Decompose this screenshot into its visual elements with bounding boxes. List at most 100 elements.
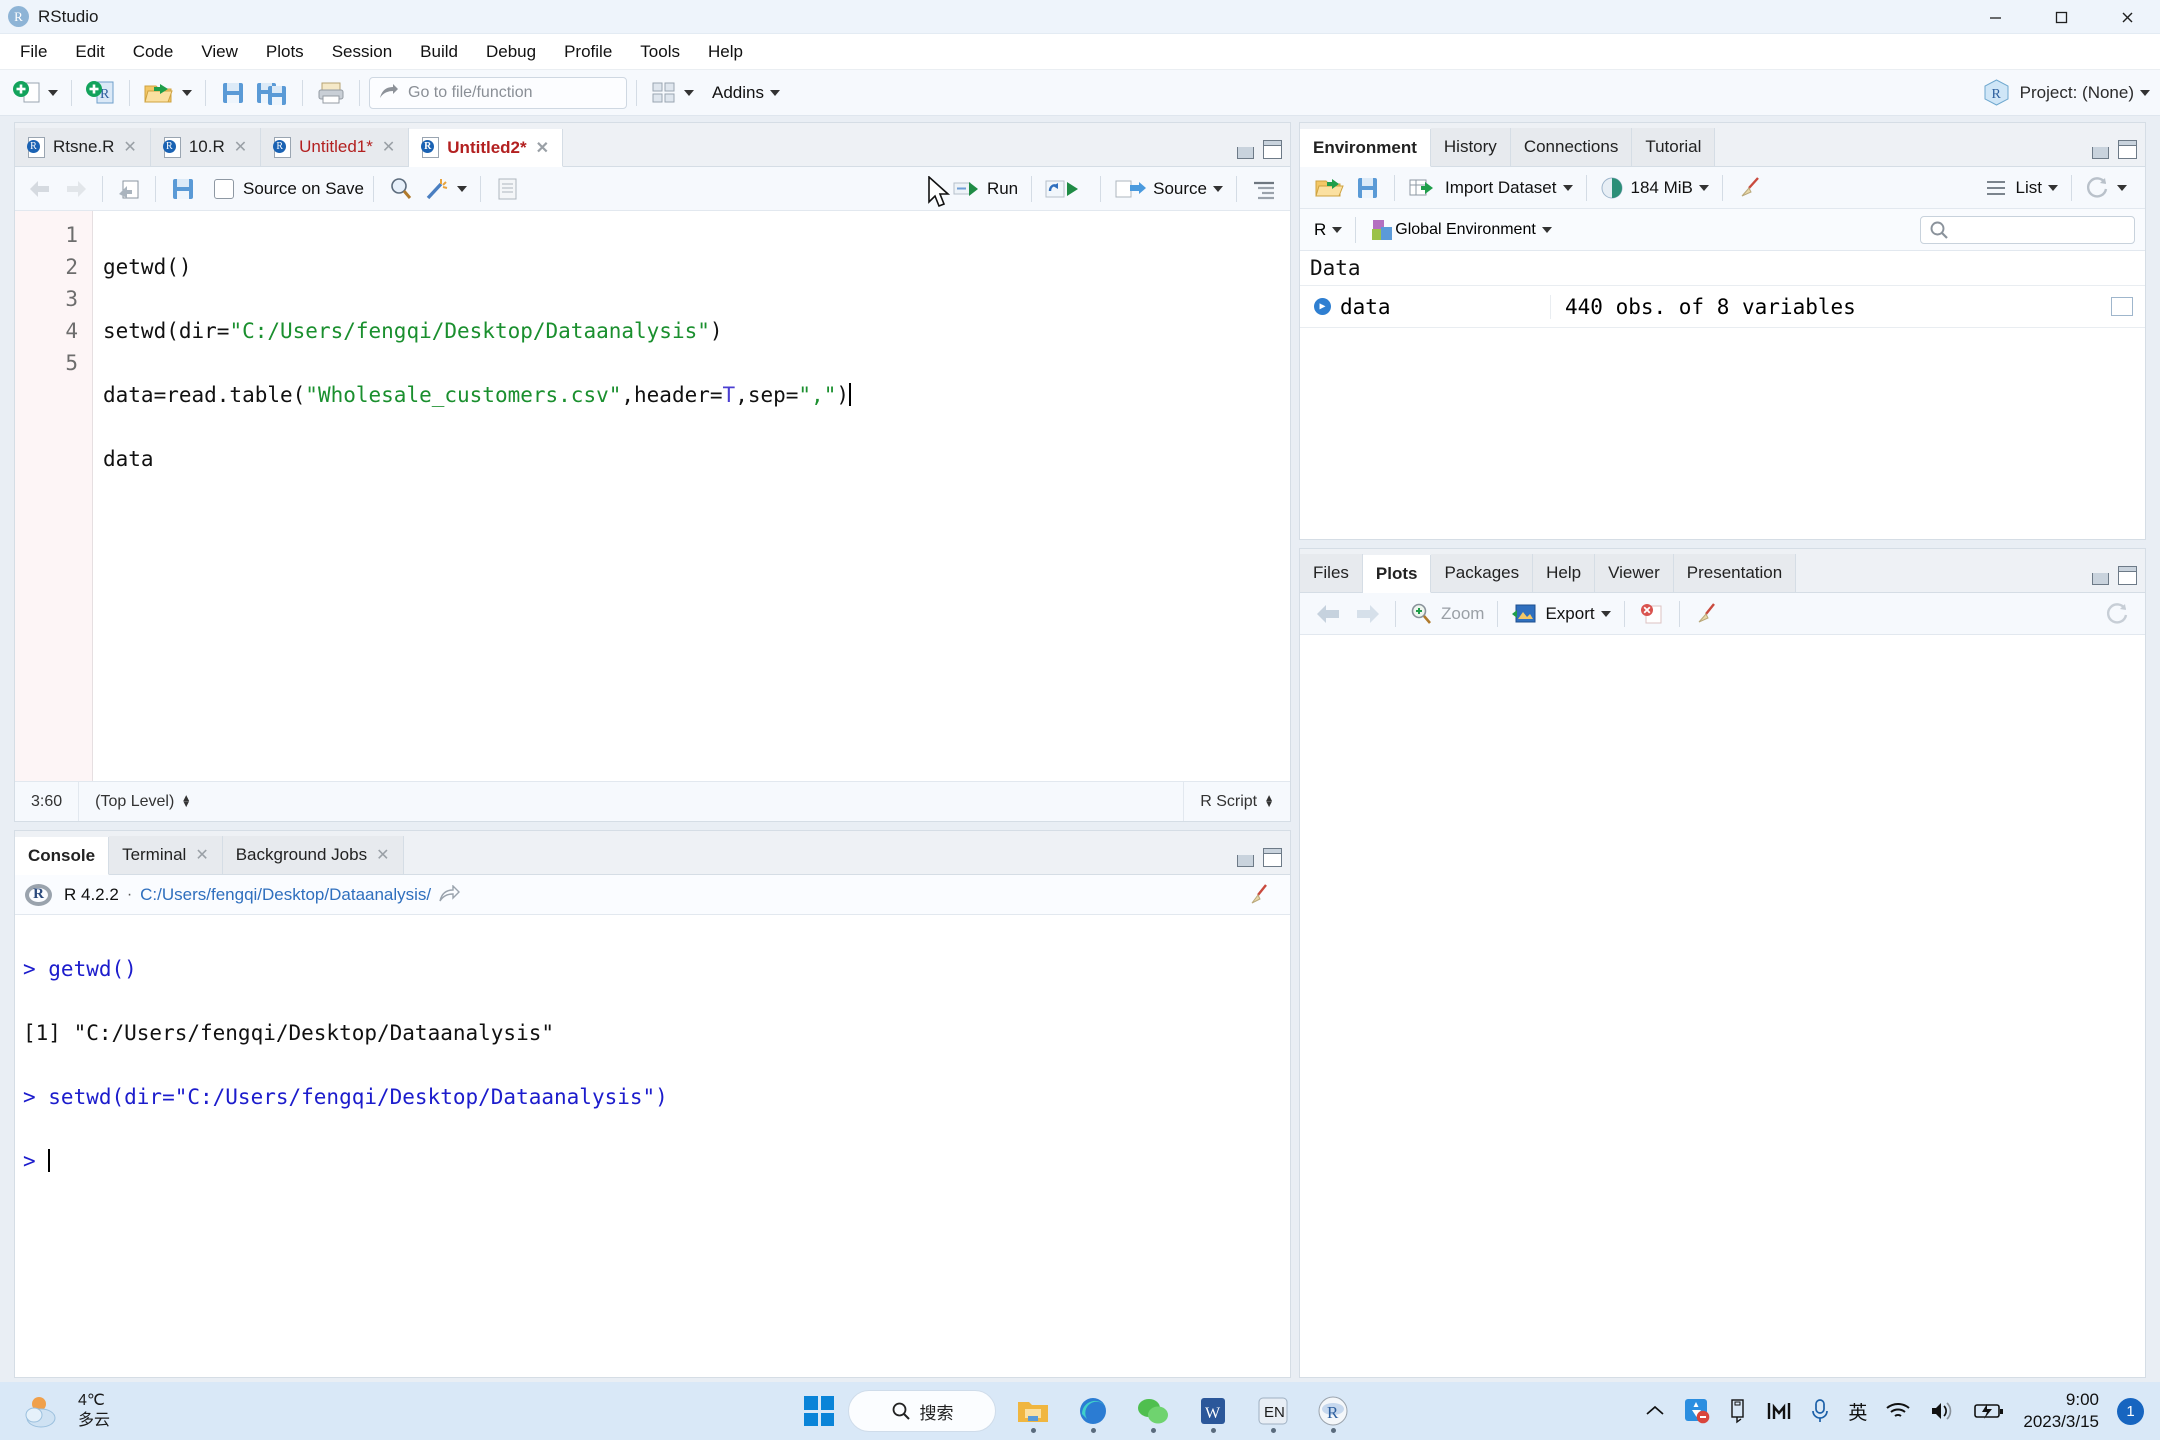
source-button[interactable]: Source	[1110, 172, 1227, 206]
plot-previous-button[interactable]	[1310, 597, 1348, 631]
maximize-pane-icon[interactable]	[1263, 140, 1282, 159]
tray-volume-icon[interactable]	[1929, 1400, 1955, 1422]
clear-all-plots-button[interactable]	[1689, 597, 1727, 631]
close-icon[interactable]: ✕	[376, 845, 389, 865]
start-button[interactable]	[804, 1396, 834, 1426]
taskbar-wechat[interactable]	[1130, 1388, 1176, 1434]
editor-tab-untitled1[interactable]: Untitled1* ✕	[261, 128, 410, 166]
tray-wifi-icon[interactable]	[1885, 1400, 1911, 1422]
filetype-selector[interactable]: R Script ▲ ▼	[1184, 782, 1290, 821]
menu-session[interactable]: Session	[318, 37, 406, 67]
editor-body[interactable]: 1 2 3 4 5 getwd() setwd(dir="C:/Users/fe…	[15, 211, 1290, 781]
maximize-pane-icon[interactable]	[1263, 848, 1282, 867]
close-icon[interactable]: ✕	[123, 137, 136, 157]
menu-debug[interactable]: Debug	[472, 37, 550, 67]
close-button[interactable]	[2094, 0, 2160, 34]
scope-selector[interactable]: Global Environment	[1365, 213, 1556, 247]
show-in-new-window-button[interactable]	[112, 172, 146, 206]
new-project-button[interactable]: R	[81, 76, 120, 110]
maximize-button[interactable]	[2028, 0, 2094, 34]
environment-row[interactable]: ▶ data 440 obs. of 8 variables	[1300, 286, 2145, 328]
tab-terminal[interactable]: Terminal ✕	[109, 836, 223, 874]
menu-build[interactable]: Build	[406, 37, 472, 67]
plot-zoom-button[interactable]: Zoom	[1405, 597, 1488, 631]
tab-viewer[interactable]: Viewer	[1595, 554, 1674, 592]
menu-view[interactable]: View	[187, 37, 252, 67]
minimize-pane-icon[interactable]	[1237, 147, 1254, 159]
clear-environment-button[interactable]	[1732, 171, 1770, 205]
pane-layout-button[interactable]	[646, 76, 698, 110]
close-icon[interactable]: ✕	[195, 845, 208, 865]
code-tools-button[interactable]	[419, 172, 471, 206]
maximize-pane-icon[interactable]	[2118, 566, 2137, 585]
back-button[interactable]	[23, 172, 58, 206]
save-all-button[interactable]	[251, 76, 293, 110]
code-text-area[interactable]: getwd() setwd(dir="C:/Users/fengqi/Deskt…	[93, 211, 1290, 781]
tab-tutorial[interactable]: Tutorial	[1632, 128, 1716, 166]
outline-button[interactable]	[1246, 172, 1282, 206]
tab-background-jobs[interactable]: Background Jobs ✕	[222, 836, 404, 874]
new-file-button[interactable]	[8, 76, 62, 110]
tab-plots[interactable]: Plots	[1362, 555, 1432, 593]
rerun-button[interactable]	[1041, 172, 1091, 206]
show-hidden-icons-button[interactable]	[1644, 1402, 1666, 1420]
taskbar-weather-widget[interactable]: 4℃ 多云	[22, 1391, 110, 1431]
editor-tab-untitled2[interactable]: Untitled2* ✕	[409, 129, 564, 167]
view-mode-button[interactable]: List	[1979, 171, 2062, 205]
menu-code[interactable]: Code	[119, 37, 188, 67]
tray-battery-icon[interactable]	[1973, 1401, 2005, 1421]
source-on-save-checkbox[interactable]	[214, 178, 234, 199]
tray-network-monitor-icon[interactable]	[1766, 1399, 1792, 1423]
source-on-save-toggle[interactable]: Source on Save	[205, 178, 364, 199]
close-icon[interactable]: ✕	[536, 138, 549, 158]
save-workspace-button[interactable]	[1350, 171, 1385, 205]
refresh-plot-button[interactable]	[2105, 602, 2131, 626]
open-file-button[interactable]	[139, 76, 196, 110]
tab-environment[interactable]: Environment	[1300, 129, 1431, 167]
memory-usage-button[interactable]: 184 MiB	[1596, 171, 1713, 205]
tab-connections[interactable]: Connections	[1510, 128, 1633, 166]
tab-console[interactable]: Console	[15, 837, 110, 875]
environment-object-name-cell[interactable]: ▶ data	[1300, 295, 1550, 319]
tray-usb-icon[interactable]	[1728, 1398, 1748, 1424]
minimize-pane-icon[interactable]	[2092, 147, 2109, 159]
editor-tab-rtsne[interactable]: Rtsne.R ✕	[15, 128, 151, 166]
taskbar-file-explorer[interactable]	[1010, 1388, 1056, 1434]
view-data-grid-icon[interactable]	[2111, 297, 2133, 316]
menu-profile[interactable]: Profile	[550, 37, 626, 67]
taskbar-ime[interactable]: EN	[1250, 1388, 1296, 1434]
taskbar-clock[interactable]: 9:00 2023/3/15	[2023, 1389, 2099, 1433]
tray-ime-indicator[interactable]: 英	[1848, 1398, 1867, 1425]
taskbar-rstudio[interactable]: R	[1310, 1388, 1356, 1434]
save-button[interactable]	[215, 76, 251, 110]
minimize-pane-icon[interactable]	[2092, 573, 2109, 585]
tab-presentation[interactable]: Presentation	[1673, 554, 1797, 592]
load-workspace-button[interactable]	[1310, 171, 1350, 205]
addins-button[interactable]: Addins	[698, 76, 784, 110]
taskbar-edge-browser[interactable]	[1070, 1388, 1116, 1434]
menu-help[interactable]: Help	[694, 37, 757, 67]
minimize-button[interactable]	[1962, 0, 2028, 34]
tab-help[interactable]: Help	[1533, 554, 1596, 592]
save-file-button[interactable]	[165, 172, 201, 206]
import-dataset-button[interactable]: Import Dataset	[1404, 171, 1577, 205]
taskbar-word[interactable]: W	[1190, 1388, 1236, 1434]
minimize-pane-icon[interactable]	[1237, 855, 1254, 867]
goto-file-function-input[interactable]: Go to file/function	[369, 76, 627, 109]
tab-files[interactable]: Files	[1300, 554, 1363, 592]
language-selector[interactable]: R	[1310, 213, 1346, 247]
expand-icon[interactable]: ▶	[1314, 298, 1331, 315]
working-directory-link[interactable]: C:/Users/fengqi/Desktop/Dataanalysis/	[140, 885, 431, 905]
console-output[interactable]: > getwd() [1] "C:/Users/fengqi/Desktop/D…	[15, 915, 1290, 1377]
refresh-environment-button[interactable]	[2081, 171, 2131, 205]
tray-security-icon[interactable]	[1684, 1398, 1710, 1424]
menu-edit[interactable]: Edit	[61, 37, 118, 67]
tray-microphone-icon[interactable]	[1810, 1398, 1830, 1424]
find-replace-button[interactable]	[383, 172, 419, 206]
close-icon[interactable]: ✕	[382, 137, 395, 157]
notification-badge[interactable]: 1	[2117, 1397, 2144, 1425]
remove-plot-button[interactable]	[1634, 597, 1670, 631]
menu-plots[interactable]: Plots	[252, 37, 318, 67]
plot-export-button[interactable]: Export	[1507, 597, 1614, 631]
plot-next-button[interactable]	[1348, 597, 1386, 631]
